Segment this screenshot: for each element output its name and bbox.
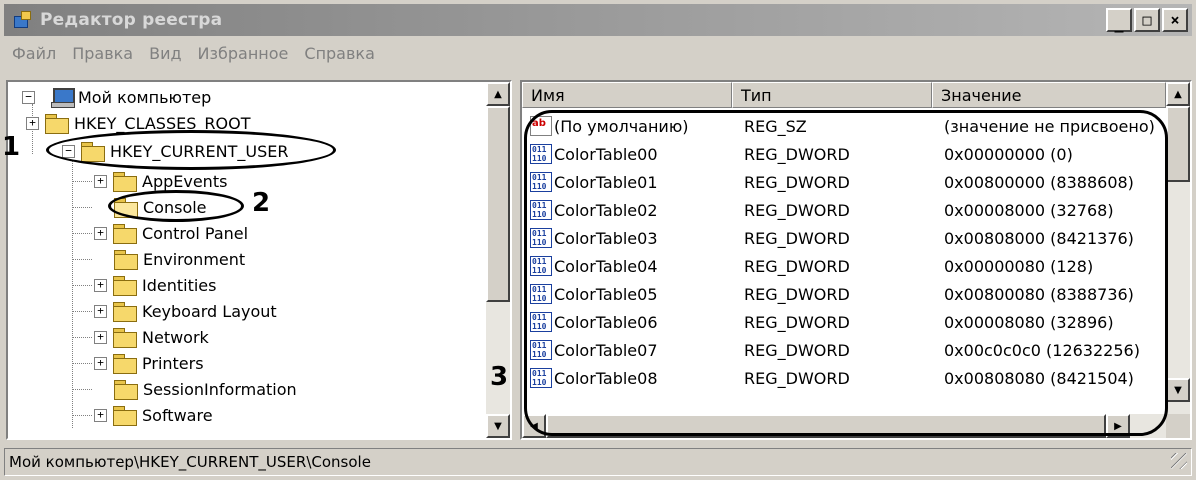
callout-rounded-rect-3 — [524, 110, 1168, 436]
callout-number-3: 3 — [490, 362, 509, 392]
status-path: Мой компьютер\HKEY_CURRENT_USER\Console — [9, 453, 371, 471]
folder-icon — [113, 406, 137, 426]
tree-item-printers[interactable]: + Printers — [94, 350, 204, 376]
folder-icon — [113, 224, 137, 244]
tree-item-my-computer[interactable]: − Мой компьютер — [22, 84, 211, 110]
list-header: Имя Тип Значение — [522, 82, 1166, 108]
expand-icon[interactable]: + — [94, 304, 107, 318]
menu-edit[interactable]: Правка — [64, 44, 141, 63]
tree-item-sessioninformation[interactable]: SessionInformation — [114, 376, 297, 402]
menu-bar: Файл Правка Вид Избранное Справка — [4, 40, 383, 66]
tree-label: AppEvents — [142, 171, 228, 191]
menu-favorites[interactable]: Избранное — [190, 44, 297, 63]
list-scroll-thumb[interactable] — [1166, 106, 1190, 182]
folder-icon — [113, 172, 137, 192]
tree-item-keyboard-layout[interactable]: + Keyboard Layout — [94, 298, 277, 324]
menu-help[interactable]: Справка — [296, 44, 383, 63]
expand-icon[interactable]: + — [94, 174, 107, 188]
title-bar[interactable]: Редактор реестра _ □ × — [4, 4, 1192, 36]
tree-label: Control Panel — [142, 223, 249, 243]
tree-item-network[interactable]: + Network — [94, 324, 209, 350]
tree-item-control-panel[interactable]: + Control Panel — [94, 220, 248, 246]
computer-icon — [51, 87, 75, 108]
column-header-name[interactable]: Имя — [522, 82, 732, 108]
tree-scroll-thumb[interactable] — [486, 106, 510, 302]
maximize-button[interactable]: □ — [1134, 8, 1160, 32]
tree-label: Keyboard Layout — [142, 301, 277, 321]
collapse-icon[interactable]: − — [22, 90, 35, 104]
close-button[interactable]: × — [1162, 8, 1188, 32]
expand-icon[interactable]: + — [94, 330, 107, 344]
folder-icon — [113, 328, 137, 348]
scroll-down-arrow-icon[interactable]: ▼ — [1166, 378, 1190, 402]
folder-icon — [114, 380, 138, 400]
tree-label: SessionInformation — [143, 379, 297, 399]
expand-icon[interactable]: + — [94, 408, 107, 422]
tree-label: Identities — [142, 275, 217, 295]
folder-icon — [113, 276, 137, 296]
pane-splitter[interactable] — [512, 80, 520, 440]
callout-ellipse-1 — [46, 130, 336, 170]
tree-item-identities[interactable]: + Identities — [94, 272, 216, 298]
status-bar: Мой компьютер\HKEY_CURRENT_USER\Console — [4, 448, 1192, 476]
tree-label: Software — [142, 405, 213, 425]
expand-icon[interactable]: + — [94, 356, 107, 370]
minimize-button[interactable]: _ — [1106, 8, 1132, 32]
scrollbar-corner — [1166, 414, 1190, 438]
tree-label: Мой компьютер — [78, 87, 212, 107]
tree-item-software[interactable]: + Software — [94, 402, 213, 428]
tree-label: Network — [142, 327, 209, 347]
scroll-up-arrow-icon[interactable]: ▲ — [1166, 82, 1190, 106]
tree-item-environment[interactable]: Environment — [114, 246, 245, 272]
expand-icon[interactable]: + — [26, 116, 39, 130]
expand-icon[interactable]: + — [94, 226, 107, 240]
regedit-app-icon — [10, 8, 34, 32]
menu-file[interactable]: Файл — [4, 44, 64, 63]
tree-label: Environment — [143, 249, 246, 269]
folder-icon — [113, 354, 137, 374]
folder-icon — [114, 250, 138, 270]
callout-number-1: 1 — [2, 132, 21, 162]
folder-icon — [113, 302, 137, 322]
callout-number-2: 2 — [252, 188, 271, 218]
column-header-type[interactable]: Тип — [732, 82, 932, 108]
column-header-value[interactable]: Значение — [932, 82, 1166, 108]
callout-ellipse-2 — [108, 190, 244, 222]
expand-icon[interactable]: + — [94, 278, 107, 292]
menu-view[interactable]: Вид — [141, 44, 189, 63]
resize-grip-icon[interactable] — [1171, 453, 1187, 469]
list-vertical-scrollbar[interactable]: ▲ ▼ — [1166, 82, 1190, 414]
tree-label: Printers — [142, 353, 204, 373]
window-title: Редактор реестра — [40, 10, 223, 30]
scroll-down-arrow-icon[interactable]: ▼ — [486, 414, 510, 438]
registry-editor-window: Редактор реестра _ □ × Файл Правка Вид И… — [0, 0, 1196, 480]
folder-icon — [45, 114, 69, 134]
scroll-up-arrow-icon[interactable]: ▲ — [486, 82, 510, 106]
